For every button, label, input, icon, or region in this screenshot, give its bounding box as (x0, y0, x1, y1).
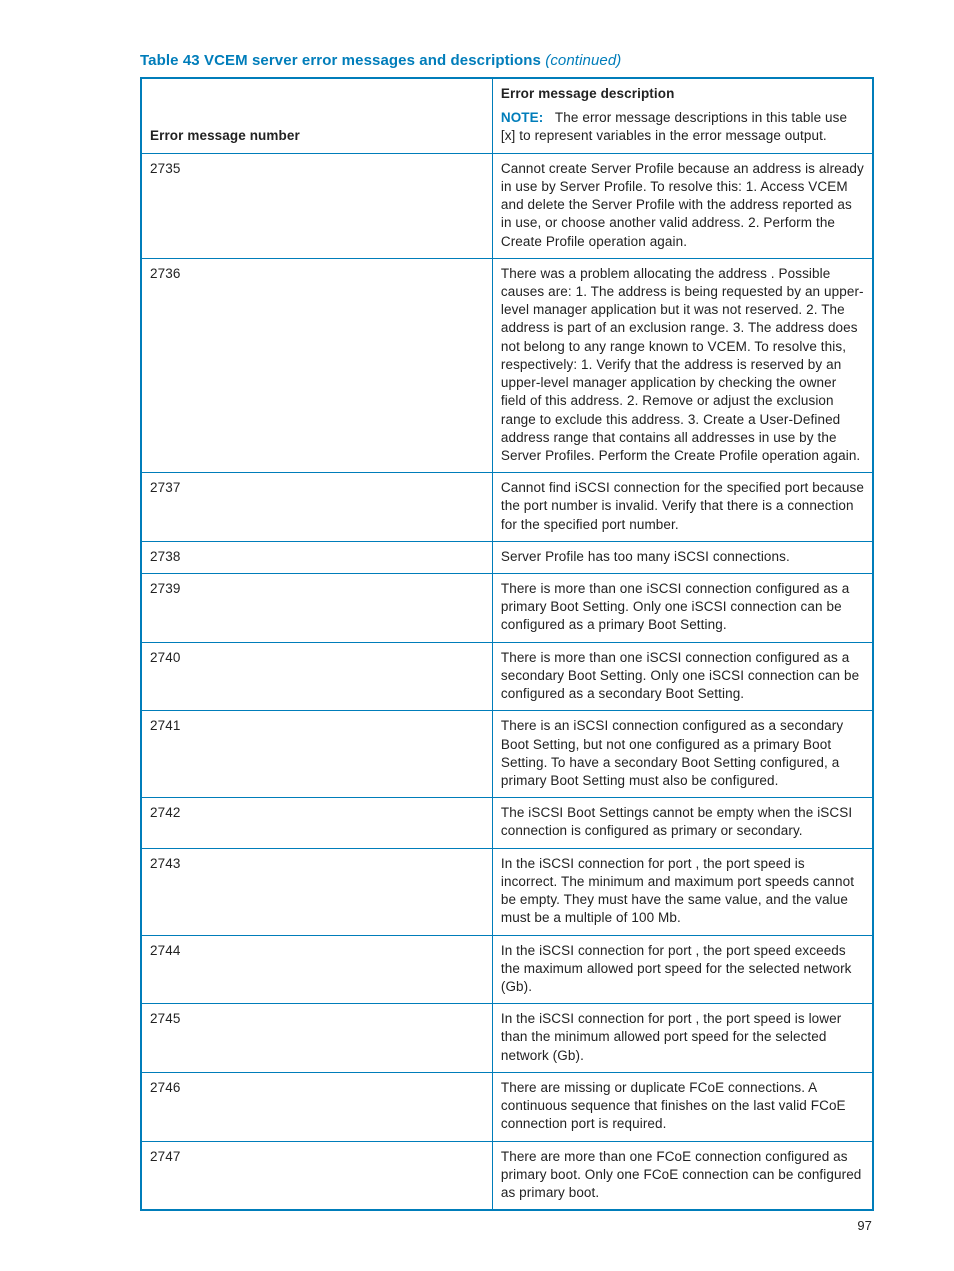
cell-error-description: There is more than one iSCSI connection … (492, 574, 873, 643)
cell-error-number: 2744 (141, 935, 492, 1004)
table-row: 2737Cannot find iSCSI connection for the… (141, 473, 873, 542)
cell-error-description: In the iSCSI connection for port , the p… (492, 848, 873, 935)
cell-error-number: 2747 (141, 1141, 492, 1210)
cell-error-description: In the iSCSI connection for port , the p… (492, 1004, 873, 1073)
cell-error-number: 2739 (141, 574, 492, 643)
table-row: 2736There was a problem allocating the a… (141, 258, 873, 472)
cell-error-description: In the iSCSI connection for port , the p… (492, 935, 873, 1004)
cell-error-description: Cannot create Server Profile because an … (492, 153, 873, 258)
cell-error-number: 2740 (141, 642, 492, 711)
note-label: NOTE: (501, 110, 544, 125)
cell-error-description: There is more than one iSCSI connection … (492, 642, 873, 711)
table-row: 2742The iSCSI Boot Settings cannot be em… (141, 798, 873, 848)
cell-error-number: 2742 (141, 798, 492, 848)
table-header-row: Error message number Error message descr… (141, 78, 873, 153)
cell-error-description: There are missing or duplicate FCoE conn… (492, 1072, 873, 1141)
table-row: 2739There is more than one iSCSI connect… (141, 574, 873, 643)
table-caption-continued: (continued) (545, 52, 621, 69)
table-row: 2743In the iSCSI connection for port , t… (141, 848, 873, 935)
table-row: 2744In the iSCSI connection for port , t… (141, 935, 873, 1004)
cell-error-number: 2741 (141, 711, 492, 798)
error-messages-table: Error message number Error message descr… (140, 77, 874, 1211)
table-row: 2745In the iSCSI connection for port , t… (141, 1004, 873, 1073)
header-desc-note: NOTE: The error message descriptions in … (501, 109, 864, 145)
cell-error-description: There is an iSCSI connection configured … (492, 711, 873, 798)
table-row: 2746There are missing or duplicate FCoE … (141, 1072, 873, 1141)
cell-error-number: 2738 (141, 541, 492, 573)
cell-error-number: 2746 (141, 1072, 492, 1141)
cell-error-description: Cannot find iSCSI connection for the spe… (492, 473, 873, 542)
table-row: 2740There is more than one iSCSI connect… (141, 642, 873, 711)
cell-error-number: 2737 (141, 473, 492, 542)
table-row: 2735Cannot create Server Profile because… (141, 153, 873, 258)
table-row: 2738Server Profile has too many iSCSI co… (141, 541, 873, 573)
page-number: 97 (857, 1218, 872, 1233)
table-caption-title: Table 43 VCEM server error messages and … (140, 52, 541, 69)
cell-error-number: 2736 (141, 258, 492, 472)
table-row: 2747There are more than one FCoE connect… (141, 1141, 873, 1210)
cell-error-description: Server Profile has too many iSCSI connec… (492, 541, 873, 573)
cell-error-number: 2735 (141, 153, 492, 258)
cell-error-description: There are more than one FCoE connection … (492, 1141, 873, 1210)
note-text: The error message descriptions in this t… (501, 110, 847, 143)
table-caption: Table 43 VCEM server error messages and … (140, 52, 874, 69)
header-error-description: Error message description NOTE: The erro… (492, 78, 873, 153)
cell-error-number: 2743 (141, 848, 492, 935)
table-body: 2735Cannot create Server Profile because… (141, 153, 873, 1210)
cell-error-number: 2745 (141, 1004, 492, 1073)
cell-error-description: The iSCSI Boot Settings cannot be empty … (492, 798, 873, 848)
table-row: 2741There is an iSCSI connection configu… (141, 711, 873, 798)
header-desc-title: Error message description (501, 85, 864, 103)
cell-error-description: There was a problem allocating the addre… (492, 258, 873, 472)
header-error-number: Error message number (141, 78, 492, 153)
